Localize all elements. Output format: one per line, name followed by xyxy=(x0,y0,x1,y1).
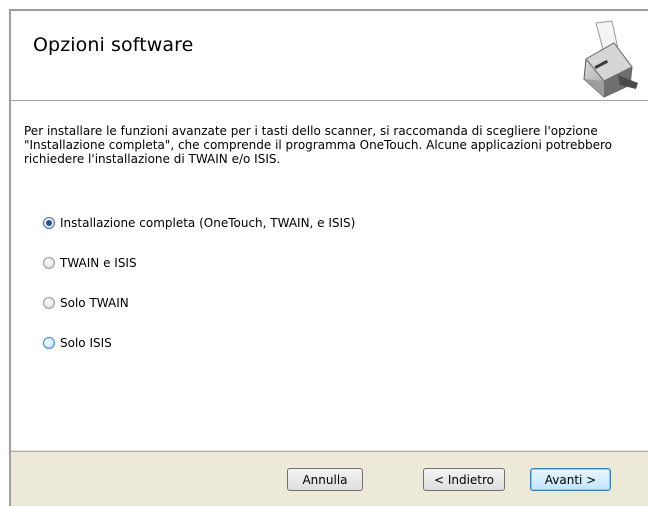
window-left-margin xyxy=(0,0,9,506)
option-twain-isis[interactable]: TWAIN e ISIS xyxy=(43,256,137,270)
page-title: Opzioni software xyxy=(33,34,194,56)
back-button[interactable]: < Indietro xyxy=(423,468,505,491)
option-twain-isis-label[interactable]: TWAIN e ISIS xyxy=(60,256,137,270)
option-full-install[interactable]: Installazione completa (OneTouch, TWAIN,… xyxy=(43,216,355,230)
radio-twain-isis[interactable] xyxy=(43,257,55,269)
dialog-body: Per installare le funzioni avanzate per … xyxy=(11,101,648,450)
option-isis-only-label[interactable]: Solo ISIS xyxy=(60,336,112,350)
dialog-footer: Annulla < Indietro Avanti > xyxy=(11,451,648,506)
dialog-header: Opzioni software xyxy=(11,11,648,101)
window-top-margin xyxy=(0,0,648,9)
radio-isis-only[interactable] xyxy=(43,337,55,349)
cancel-button[interactable]: Annulla xyxy=(287,468,363,491)
radio-twain-only[interactable] xyxy=(43,297,55,309)
installer-dialog: Opzioni software Per installare le funzi… xyxy=(9,9,648,506)
option-twain-only[interactable]: Solo TWAIN xyxy=(43,296,129,310)
radio-full-install[interactable] xyxy=(43,217,55,229)
next-button[interactable]: Avanti > xyxy=(530,468,611,491)
option-twain-only-label[interactable]: Solo TWAIN xyxy=(60,296,129,310)
intro-text: Per installare le funzioni avanzate per … xyxy=(24,124,612,166)
option-full-install-label[interactable]: Installazione completa (OneTouch, TWAIN,… xyxy=(60,216,355,230)
scanner-icon xyxy=(583,20,638,98)
option-isis-only[interactable]: Solo ISIS xyxy=(43,336,112,350)
